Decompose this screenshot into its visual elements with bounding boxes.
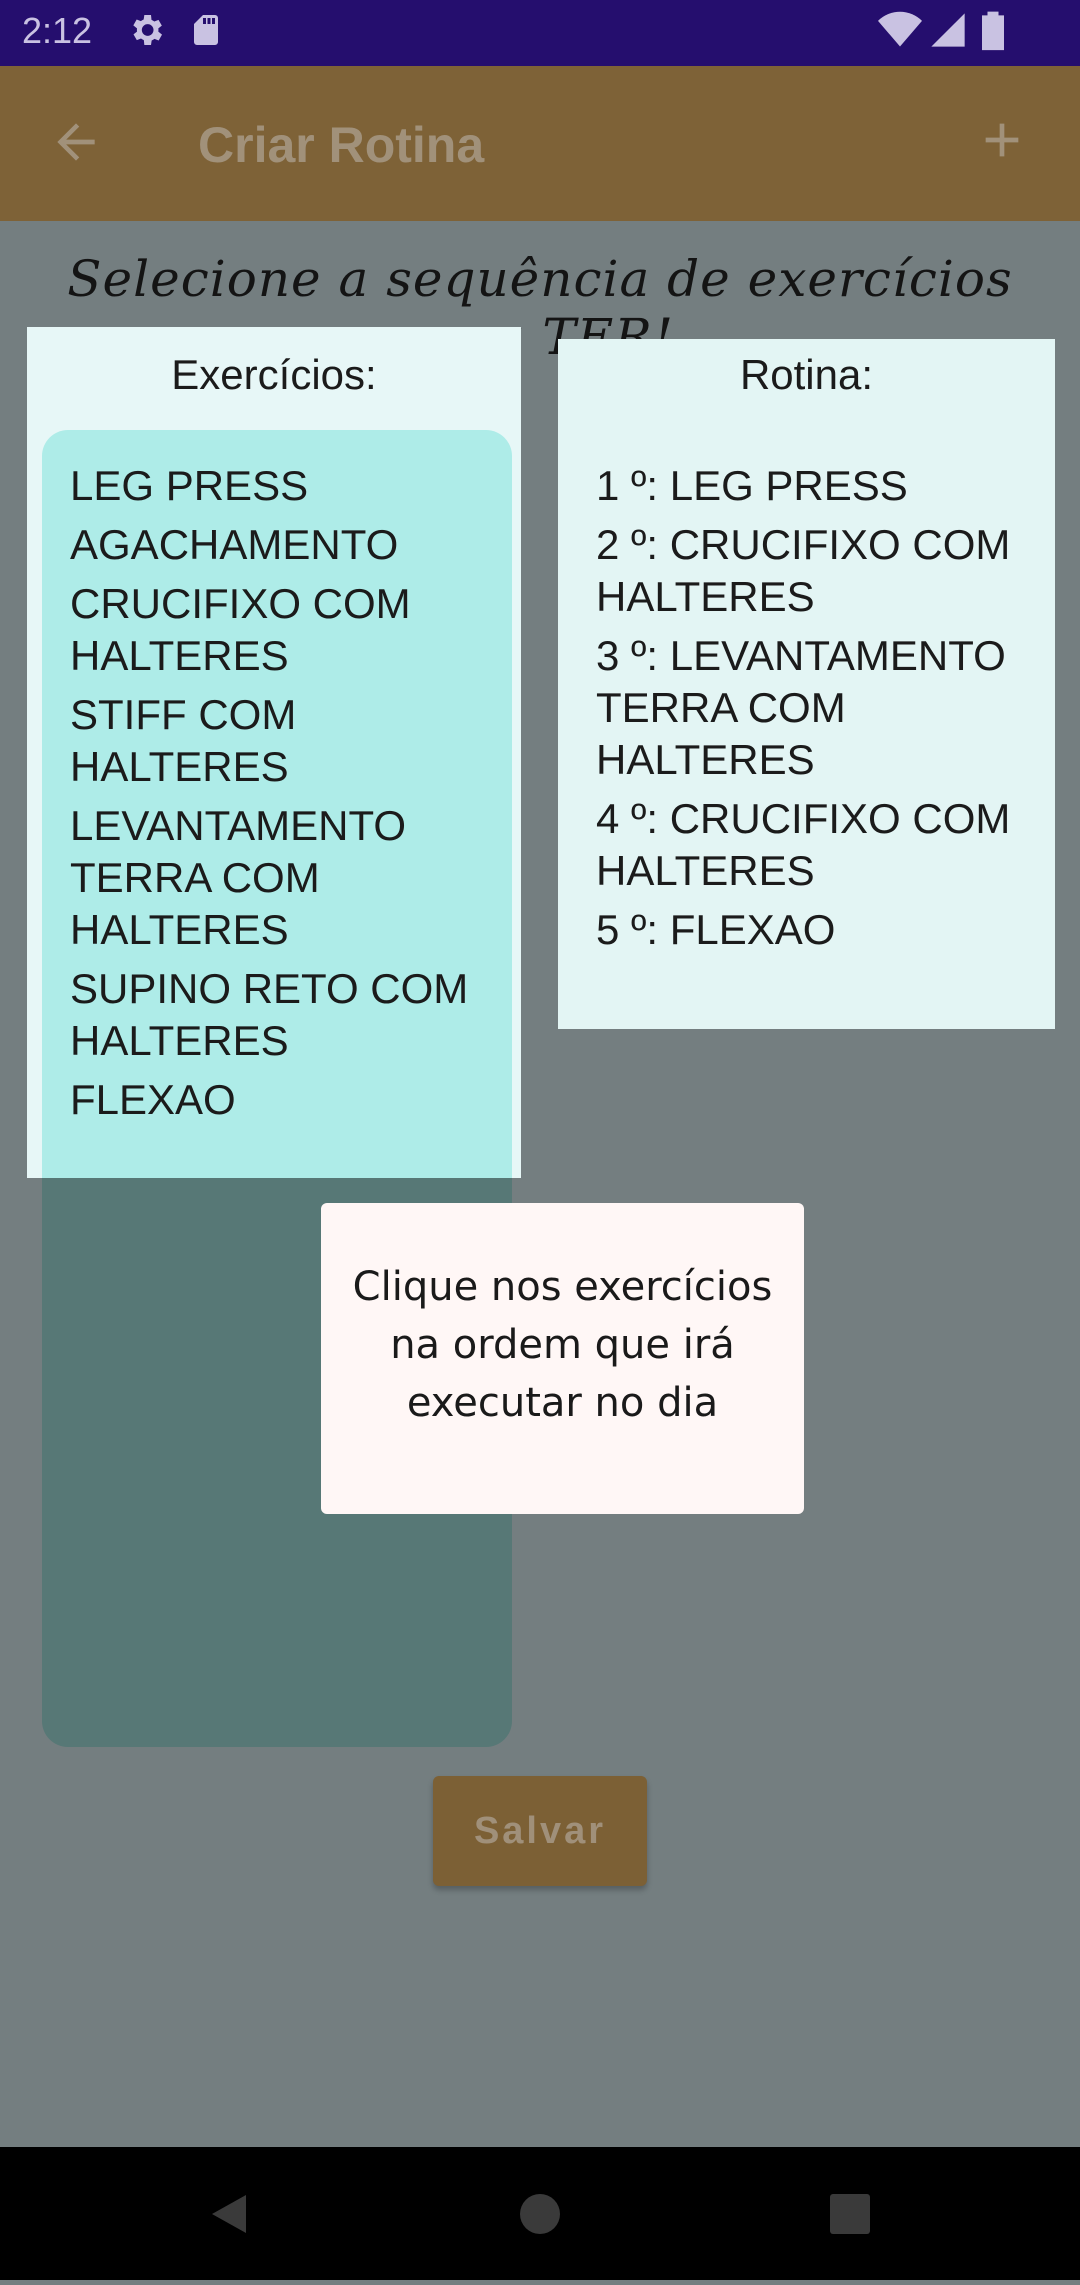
routine-list: 1 º: LEG PRESS 2 º: CRUCIFIXO COM HALTER… xyxy=(596,460,1046,963)
routine-title: Rotina: xyxy=(739,351,874,398)
navigation-bar xyxy=(0,2147,1080,2280)
wifi-icon xyxy=(876,8,924,57)
save-button[interactable]: Salvar xyxy=(433,1776,647,1886)
exercises-title: Exercícios: xyxy=(171,351,377,398)
routine-item: 1 º: LEG PRESS xyxy=(596,462,908,509)
exercise-item[interactable]: LEVANTAMENTO TERRA COM HALTERES xyxy=(70,800,500,956)
exercise-list: LEG PRESS AGACHAMENTO CRUCIFIXO COM HALT… xyxy=(70,460,500,1133)
battery-icon xyxy=(980,8,1006,57)
page-title: Criar Rotina xyxy=(198,117,485,173)
exercise-item[interactable]: FLEXAO xyxy=(70,1074,500,1126)
exercise-item[interactable]: SUPINO RETO COM HALTERES xyxy=(70,963,500,1067)
status-time: 2:12 xyxy=(22,10,93,51)
exercise-item[interactable]: AGACHAMENTO xyxy=(70,519,500,571)
cell-signal-icon xyxy=(928,8,968,57)
back-triangle-icon[interactable] xyxy=(160,2147,290,2280)
exercise-item[interactable]: LEG PRESS xyxy=(70,460,500,512)
recents-square-icon[interactable] xyxy=(785,2147,915,2280)
toast-dialog: Clique nos exercícios na ordem que irá e… xyxy=(321,1203,804,1514)
status-bar: 2:12 xyxy=(0,0,1080,66)
routine-item: 4 º: CRUCIFIXO COM HALTERES xyxy=(596,795,1011,894)
home-circle-icon[interactable] xyxy=(475,2147,605,2280)
exercise-item[interactable]: CRUCIFIXO COM HALTERES xyxy=(70,578,500,682)
plus-icon[interactable] xyxy=(974,112,1034,172)
routine-item: 2 º: CRUCIFIXO COM HALTERES xyxy=(596,521,1011,620)
arrow-left-icon[interactable] xyxy=(48,114,108,174)
routine-item: 5 º: FLEXAO xyxy=(596,906,836,953)
app-bar: Criar Rotina xyxy=(0,66,1080,221)
routine-item: 3 º: LEVANTAMENTO TERRA COM HALTERES xyxy=(596,632,1006,783)
toast-message: Clique nos exercícios na ordem que irá e… xyxy=(352,1264,773,1426)
exercise-item[interactable]: STIFF COM HALTERES xyxy=(70,689,500,793)
sd-card-icon xyxy=(188,8,224,57)
gear-icon xyxy=(126,8,166,57)
